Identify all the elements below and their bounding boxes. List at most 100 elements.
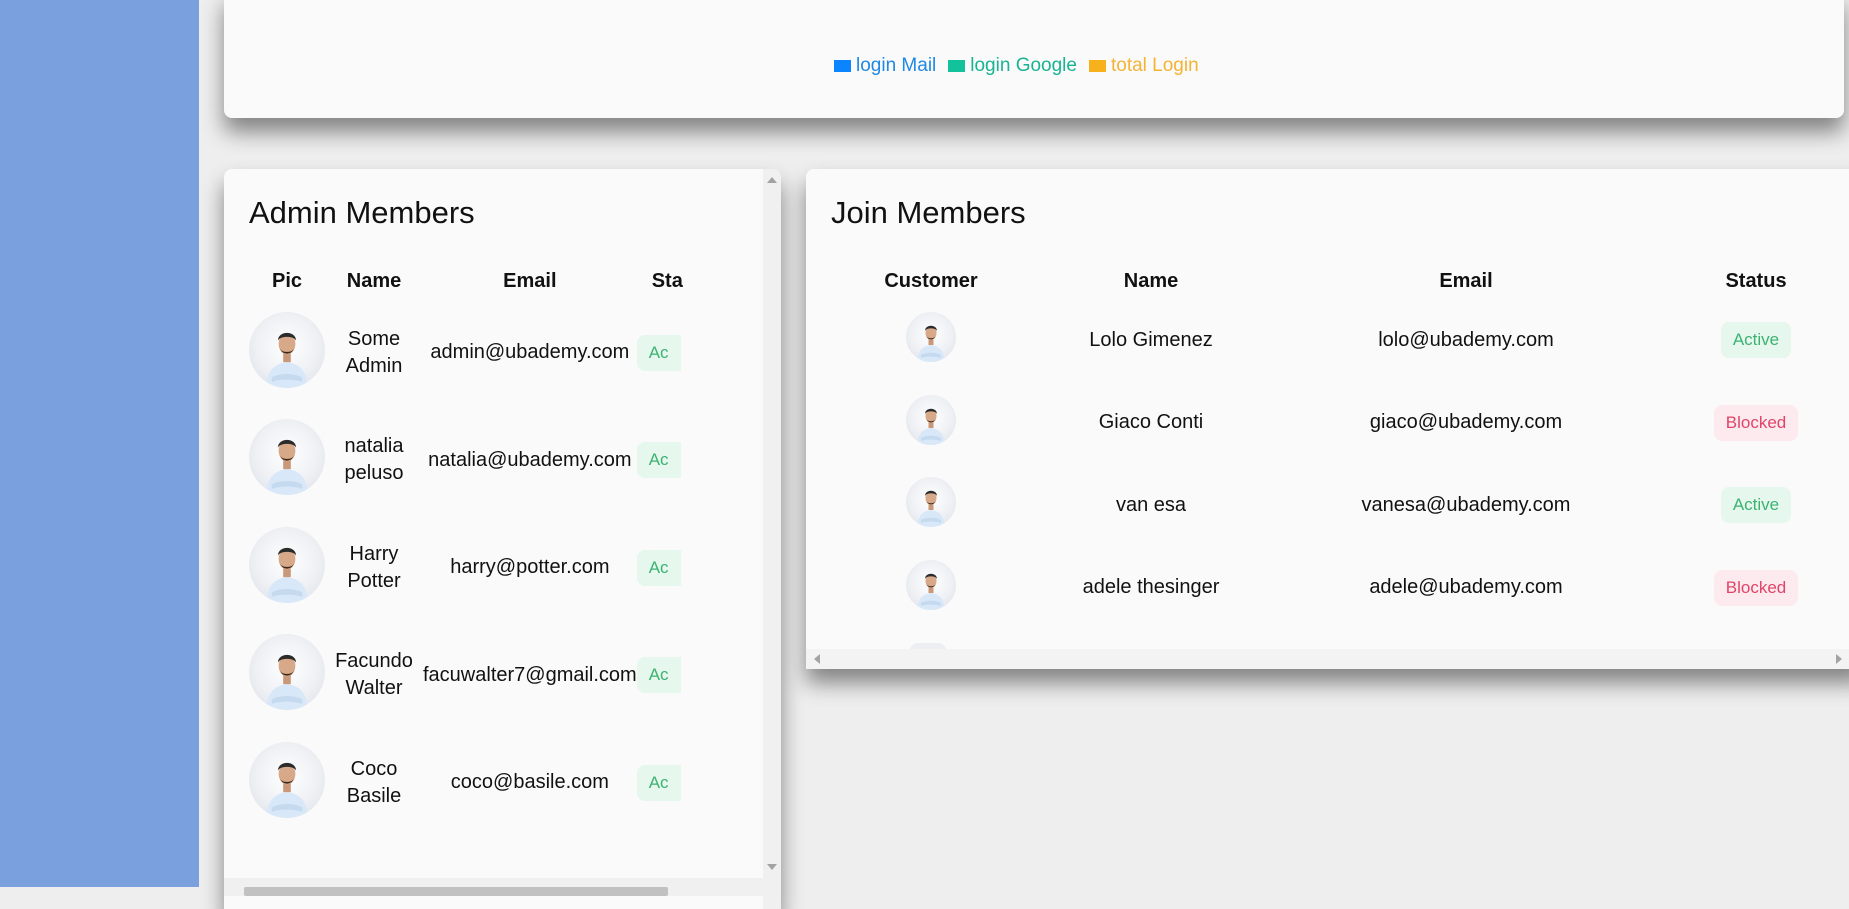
column-header-name: Name <box>346 270 402 292</box>
pic-cell <box>249 407 325 515</box>
status-badge: Blocked <box>1713 569 1799 606</box>
person-photo-icon <box>265 655 309 711</box>
email-cell: lolo@ubademy.com <box>1378 328 1554 351</box>
avatar <box>906 477 956 528</box>
customer-cell <box>831 547 1031 630</box>
name-first: Some <box>347 327 401 350</box>
status-cell: Ac <box>636 729 781 837</box>
name-cell: adele thesinger <box>1082 576 1220 599</box>
column-header-pic: Pic <box>271 270 303 292</box>
name-cell: Giaco Conti <box>1098 411 1204 434</box>
admin-vertical-scrollbar[interactable] <box>763 169 781 909</box>
avatar <box>906 394 956 445</box>
status-badge: Active <box>1720 322 1792 359</box>
name-first: natalia <box>344 435 404 458</box>
name-last: Basile <box>346 784 402 807</box>
scrollbar-thumb[interactable] <box>244 887 668 896</box>
status-badge: Ac <box>636 764 681 801</box>
customer-cell <box>831 382 1031 465</box>
pic-cell <box>249 514 325 622</box>
avatar <box>249 634 325 711</box>
admin-horizontal-scrollbar[interactable] <box>224 878 763 896</box>
name-first: Coco <box>350 757 398 780</box>
person-photo-icon <box>265 762 309 818</box>
person-photo-icon <box>265 332 309 388</box>
name-cell: van esa <box>1115 493 1187 516</box>
column-header-customer: Customer <box>884 270 978 292</box>
name-first: Facundo <box>335 650 413 673</box>
email-cell: vanesa@ubademy.com <box>1361 493 1571 516</box>
name-last: Potter <box>347 569 401 592</box>
status-badge: Active <box>1720 487 1792 524</box>
legend-label: login Mail <box>856 55 937 76</box>
table-header-row: Customer Name Email Status <box>831 264 1849 299</box>
table-row[interactable]: natalia peluso natalia@ubademy.com Ac <box>249 407 781 515</box>
scroll-left-arrow-icon[interactable] <box>814 654 820 664</box>
email-cell: facuwalter7@gmail.com <box>423 663 637 686</box>
scroll-down-arrow-icon[interactable] <box>767 864 777 870</box>
table-row[interactable]: adele thesinger adele@ubademy.com Blocked <box>831 547 1849 630</box>
status-cell: Ac <box>636 622 781 730</box>
email-cell: giaco@ubademy.com <box>1369 411 1563 434</box>
join-members-card: Join Members Customer Name Email Status … <box>806 169 1849 669</box>
avatar <box>249 419 325 496</box>
admin-members-card: Admin Members Pic Name Email Sta Some Adm… <box>224 169 781 909</box>
name-cell: Facundo Walter <box>325 622 423 730</box>
status-cell: Blocked <box>1661 382 1849 465</box>
status-badge: Blocked <box>1713 404 1799 441</box>
status-cell: Active <box>1661 299 1849 382</box>
legend-item-login-google[interactable]: login Google <box>948 55 1077 77</box>
table-row[interactable]: Lolo Gimenez lolo@ubademy.com Active <box>831 299 1849 382</box>
avatar <box>249 311 325 388</box>
customer-cell <box>831 464 1031 547</box>
email-cell: harry@potter.com <box>450 556 610 579</box>
pic-cell <box>249 729 325 837</box>
avatar <box>249 741 325 818</box>
pic-cell <box>249 622 325 730</box>
status-badge: Ac <box>636 549 681 586</box>
table-row[interactable]: van esa vanesa@ubademy.com Active <box>831 464 1849 547</box>
person-photo-icon <box>265 547 309 603</box>
table-row[interactable]: Coco Basile coco@basile.com Ac <box>249 729 781 837</box>
email-cell: admin@ubademy.com <box>430 341 630 364</box>
admin-members-title: Admin Members <box>249 195 475 230</box>
email-cell: natalia@ubademy.com <box>428 448 632 471</box>
person-photo-icon <box>917 491 945 528</box>
person-photo-icon <box>917 326 945 363</box>
status-cell: Ac <box>636 514 781 622</box>
join-horizontal-scrollbar[interactable] <box>806 649 1849 669</box>
column-header-status: Status <box>1725 270 1787 292</box>
table-row[interactable]: Some Admin admin@ubademy.com Ac <box>249 299 781 407</box>
scroll-up-arrow-icon[interactable] <box>767 177 777 183</box>
status-badge: Ac <box>636 657 681 694</box>
table-row[interactable]: Facundo Walter facuwalter7@gmail.com Ac <box>249 622 781 730</box>
status-cell: Ac <box>636 407 781 515</box>
column-header-name: Name <box>1123 270 1179 292</box>
table-row[interactable]: Giaco Conti giaco@ubademy.com Blocked <box>831 382 1849 465</box>
status-badge: Ac <box>636 442 681 479</box>
person-photo-icon <box>265 440 309 496</box>
sidebar <box>0 0 199 887</box>
admin-members-table: Pic Name Email Sta Some Admin admin@ubadem… <box>249 264 781 837</box>
scroll-right-arrow-icon[interactable] <box>1836 654 1842 664</box>
legend-swatch <box>1088 60 1106 72</box>
legend-label: login Google <box>970 55 1077 76</box>
table-row[interactable]: Harry Potter harry@potter.com Ac <box>249 514 781 622</box>
name-cell: Coco Basile <box>325 729 423 837</box>
name-first: Harry <box>349 542 399 565</box>
chart-legend: login Mail login Google total Login <box>834 55 1199 77</box>
status-cell: Blocked <box>1661 547 1849 630</box>
name-last: Admin <box>345 354 403 377</box>
status-cell: Ac <box>636 299 781 407</box>
legend-item-login-mail[interactable]: login Mail <box>834 55 936 77</box>
name-last: peluso <box>344 462 404 485</box>
column-header-email: Email <box>1439 270 1493 292</box>
chart-card: login Mail login Google total Login <box>224 0 1844 118</box>
column-header-status: Sta <box>651 270 683 292</box>
email-cell: adele@ubademy.com <box>1369 576 1563 599</box>
legend-item-total-login[interactable]: total Login <box>1088 55 1199 77</box>
legend-swatch <box>948 60 966 72</box>
email-cell: coco@basile.com <box>450 771 609 794</box>
avatar <box>249 526 325 603</box>
legend-swatch <box>834 60 851 72</box>
